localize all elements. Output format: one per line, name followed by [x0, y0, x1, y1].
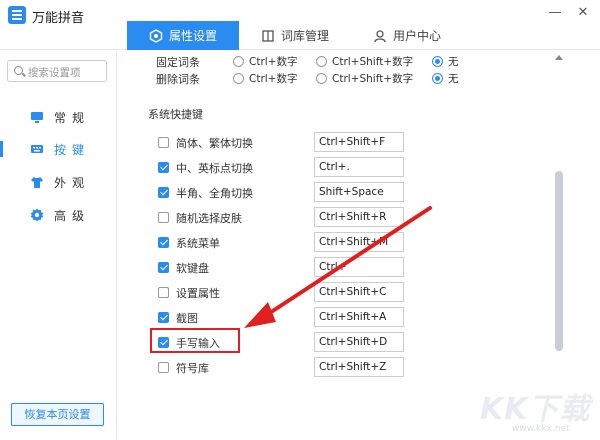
- radio-ctrl-shift-number[interactable]: Ctrl+Shift+数字: [316, 54, 413, 69]
- checkbox-checked[interactable]: [158, 312, 169, 323]
- user-icon: [373, 29, 387, 43]
- tab-label: 用户中心: [392, 29, 441, 43]
- radio-label: Ctrl+数字: [249, 56, 298, 68]
- checkbox[interactable]: [158, 287, 169, 298]
- book-icon: [261, 29, 275, 43]
- hotkey-row: 简体、繁体切换 Ctrl+Shift+F: [118, 132, 418, 154]
- radio-label: Ctrl+Shift+数字: [332, 73, 414, 85]
- keyboard-icon: [30, 142, 44, 156]
- restore-defaults-button[interactable]: 恢复本页设置: [11, 403, 104, 426]
- minimize-button[interactable]: —: [548, 6, 562, 20]
- hotkey-row: 软键盘 Ctrl+: [118, 257, 418, 279]
- checkbox-checked[interactable]: [158, 237, 169, 248]
- hotkey-input[interactable]: Ctrl+Shift+A: [314, 307, 404, 327]
- scroll-up-icon[interactable]: [555, 55, 563, 60]
- hotkey-input[interactable]: Ctrl+Shift+F: [314, 132, 404, 152]
- search-input[interactable]: 搜索设置项: [7, 60, 107, 82]
- sidebar-item-label: 高级: [54, 209, 91, 223]
- hotkey-row: 截图 Ctrl+Shift+A: [118, 307, 418, 329]
- radio-button[interactable]: [316, 56, 327, 67]
- hotkey-input[interactable]: Ctrl+Shift+Z: [314, 357, 404, 377]
- app-logo-icon: [8, 6, 26, 24]
- sidebar-item-label: 按键: [54, 143, 91, 157]
- checkbox-checked[interactable]: [158, 187, 169, 198]
- watermark-url: www.kkx.net: [512, 424, 570, 434]
- settings-panel: 固定词条 Ctrl+数字 Ctrl+Shift+数字 无 删除词条 Ctrl+数…: [118, 51, 600, 440]
- hotkey-row: 中、英标点切换 Ctrl+.: [118, 157, 418, 179]
- radio-label: 无: [448, 73, 459, 85]
- tab-dictionary[interactable]: 词库管理: [239, 21, 351, 50]
- sidebar: 搜索设置项 常规 按键 外观 高级 恢复本页设置: [0, 51, 117, 440]
- radio-button[interactable]: [316, 73, 327, 84]
- tab-user-center[interactable]: 用户中心: [351, 21, 463, 50]
- top-tabs: 属性设置 词库管理 用户中心: [127, 21, 463, 50]
- title-bar: 万能拼音 — ✕ 属性设置 词库管理 用户中心: [0, 0, 600, 50]
- close-button[interactable]: ✕: [576, 6, 590, 20]
- hotkey-label: 软键盘: [176, 262, 209, 275]
- radio-button[interactable]: [233, 73, 244, 84]
- hotkey-row: 符号库 Ctrl+Shift+Z: [118, 357, 418, 379]
- tab-properties[interactable]: 属性设置: [127, 21, 239, 50]
- app-title: 万能拼音: [32, 11, 85, 26]
- sidebar-item-label: 常规: [54, 111, 91, 125]
- sidebar-item-label: 外观: [54, 176, 91, 190]
- hotkey-row: 随机选择皮肤 Ctrl+Shift+R: [118, 207, 418, 229]
- hotkey-label: 系统菜单: [176, 237, 220, 250]
- hotkey-row: 设置属性 Ctrl+Shift+C: [118, 282, 418, 304]
- option-label: 删除词条: [156, 73, 200, 86]
- radio-label: 无: [448, 56, 459, 68]
- radio-label: Ctrl+数字: [249, 73, 298, 85]
- scroll-thumb[interactable]: [555, 171, 563, 351]
- radio-button[interactable]: [233, 56, 244, 67]
- radio-button-selected[interactable]: [432, 56, 443, 67]
- radio-none[interactable]: 无: [432, 71, 459, 86]
- watermark-logo: KK下载: [480, 392, 591, 427]
- search-icon: [14, 66, 23, 75]
- active-indicator: [0, 141, 3, 157]
- radio-none[interactable]: 无: [432, 54, 459, 69]
- sidebar-item-general[interactable]: 常规: [0, 105, 117, 129]
- sidebar-item-appearance[interactable]: 外观: [0, 170, 117, 194]
- hotkey-label: 符号库: [176, 362, 209, 375]
- tab-label: 属性设置: [168, 29, 217, 43]
- option-row-delete-word: 删除词条 Ctrl+数字 Ctrl+Shift+数字 无: [118, 68, 558, 88]
- hotkey-input[interactable]: Ctrl+.: [314, 157, 404, 177]
- hotkey-input[interactable]: Ctrl+Shift+D: [314, 332, 404, 352]
- checkbox[interactable]: [158, 137, 169, 148]
- hotkey-input[interactable]: Shift+Space: [314, 182, 404, 202]
- hexagon-icon: [149, 28, 163, 43]
- hotkey-label: 随机选择皮肤: [176, 212, 242, 225]
- radio-button-selected[interactable]: [432, 73, 443, 84]
- hotkey-label: 中、英标点切换: [176, 162, 253, 175]
- tab-label: 词库管理: [280, 29, 329, 43]
- gear-icon: [30, 208, 44, 222]
- sidebar-item-advanced[interactable]: 高级: [0, 203, 117, 227]
- sidebar-item-keys[interactable]: 按键: [0, 137, 117, 161]
- annotation-highlight-box: [150, 328, 240, 353]
- hotkey-input[interactable]: Ctrl+Shift+R: [314, 207, 404, 227]
- scrollbar[interactable]: [552, 51, 566, 440]
- checkbox-checked[interactable]: [158, 262, 169, 273]
- shirt-icon: [30, 175, 44, 189]
- hotkey-row: 系统菜单 Ctrl+Shift+M: [118, 232, 418, 254]
- monitor-icon: [30, 110, 44, 124]
- radio-ctrl-number[interactable]: Ctrl+数字: [233, 71, 297, 86]
- section-title: 系统快捷键: [148, 108, 203, 121]
- checkbox[interactable]: [158, 362, 169, 373]
- hotkey-input[interactable]: Ctrl+: [314, 257, 404, 277]
- hotkey-label: 简体、繁体切换: [176, 137, 253, 150]
- checkbox[interactable]: [158, 212, 169, 223]
- hotkey-input[interactable]: Ctrl+Shift+M: [314, 232, 404, 252]
- radio-label: Ctrl+Shift+数字: [332, 56, 414, 68]
- hotkey-label: 半角、全角切换: [176, 187, 253, 200]
- hotkey-label: 设置属性: [176, 287, 220, 300]
- hotkey-row: 半角、全角切换 Shift+Space: [118, 182, 418, 204]
- checkbox-checked[interactable]: [158, 162, 169, 173]
- hotkey-input[interactable]: Ctrl+Shift+C: [314, 282, 404, 302]
- search-placeholder: 搜索设置项: [28, 67, 81, 79]
- radio-ctrl-number[interactable]: Ctrl+数字: [233, 54, 297, 69]
- hotkey-label: 截图: [176, 312, 198, 325]
- radio-ctrl-shift-number[interactable]: Ctrl+Shift+数字: [316, 71, 413, 86]
